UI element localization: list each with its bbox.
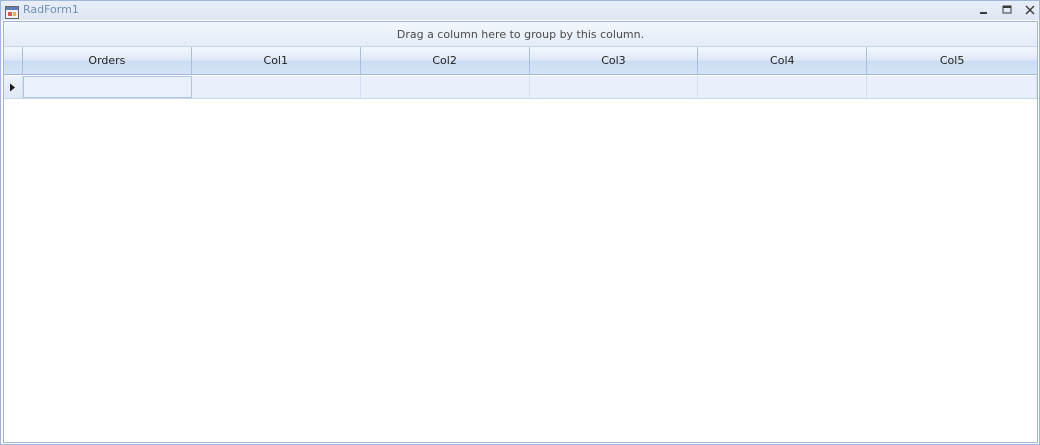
table-cell-col1[interactable] xyxy=(192,76,361,98)
table-cell-col4[interactable] xyxy=(698,76,868,98)
column-header-label: Col2 xyxy=(432,54,457,67)
minimize-button[interactable] xyxy=(975,3,993,17)
close-button[interactable] xyxy=(1021,3,1039,17)
row-indicator[interactable] xyxy=(4,76,23,98)
close-icon xyxy=(1025,5,1035,15)
minimize-icon xyxy=(980,12,987,14)
column-header-label: Orders xyxy=(88,54,126,67)
column-header-col5[interactable]: Col5 xyxy=(867,47,1037,74)
main-window: RadForm1 Drag a column here to group by … xyxy=(0,0,1040,445)
group-by-panel[interactable]: Drag a column here to group by this colu… xyxy=(4,22,1037,47)
row-pointer-icon xyxy=(10,83,16,91)
window-title: RadForm1 xyxy=(23,3,79,16)
maximize-button[interactable] xyxy=(998,3,1016,17)
table-cell-orders[interactable] xyxy=(22,76,192,98)
column-header-col1[interactable]: Col1 xyxy=(192,47,361,74)
table-cell-col5[interactable] xyxy=(867,76,1038,98)
column-header-orders[interactable]: Orders xyxy=(23,47,192,74)
column-header-label: Col1 xyxy=(263,54,288,67)
table-cell-col2[interactable] xyxy=(361,76,530,98)
table-row[interactable] xyxy=(4,76,1038,99)
group-panel-hint: Drag a column here to group by this colu… xyxy=(396,27,645,41)
column-header-col4[interactable]: Col4 xyxy=(698,47,868,74)
column-header-col2[interactable]: Col2 xyxy=(361,47,530,74)
data-grid[interactable]: Drag a column here to group by this colu… xyxy=(3,21,1038,443)
column-header-row: Orders Col1 Col2 Col3 Col4 Col5 xyxy=(4,47,1037,75)
row-header-corner xyxy=(4,47,23,74)
app-window-icon[interactable] xyxy=(5,4,19,19)
maximize-icon xyxy=(1002,5,1012,14)
column-header-col3[interactable]: Col3 xyxy=(530,47,699,74)
table-cell-col3[interactable] xyxy=(530,76,699,98)
column-header-label: Col4 xyxy=(770,54,795,67)
column-header-label: Col5 xyxy=(939,54,965,67)
title-bar[interactable]: RadForm1 xyxy=(1,1,1039,20)
column-header-label: Col3 xyxy=(601,54,626,67)
